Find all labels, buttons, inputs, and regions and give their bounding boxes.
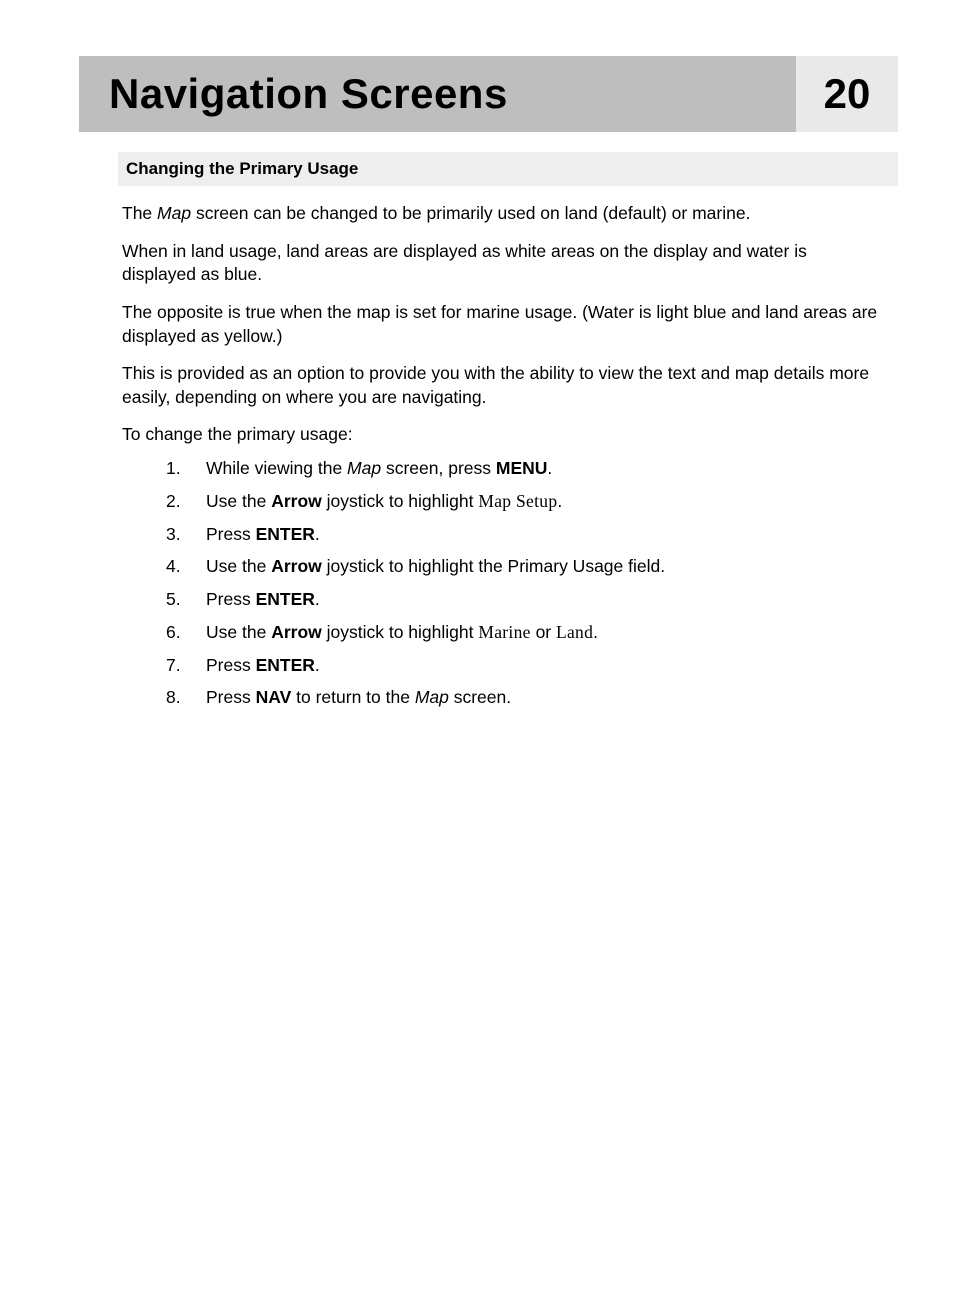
enter-key: ENTER (256, 655, 315, 675)
text: Use the (206, 622, 271, 642)
text: The (122, 203, 157, 223)
text: . (593, 622, 598, 642)
text: screen. (449, 687, 511, 707)
page-wrap: Navigation Screens 20 Changing the Prima… (0, 56, 954, 709)
header-title-bar: Navigation Screens (79, 56, 898, 132)
enter-key: ENTER (256, 589, 315, 609)
marine-label: Marine (478, 622, 530, 642)
list-item: 2. Use the Arrow joystick to highlight M… (166, 490, 880, 513)
text: Press (206, 589, 256, 609)
step-text: Press ENTER. (206, 588, 880, 611)
nav-key: NAV (256, 687, 292, 707)
text: Press (206, 524, 256, 544)
map-italic: Map (415, 687, 449, 707)
text: to return to the (291, 687, 415, 707)
land-label: Land (556, 622, 593, 642)
step-number: 5. (166, 588, 206, 611)
step-text: Press ENTER. (206, 523, 880, 546)
chapter-title: Navigation Screens (79, 70, 508, 118)
section-heading: Changing the Primary Usage (126, 159, 886, 179)
list-item: 4. Use the Arrow joystick to highlight t… (166, 555, 880, 578)
text: . (557, 491, 562, 511)
enter-key: ENTER (256, 524, 315, 544)
list-item: 5. Press ENTER. (166, 588, 880, 611)
list-item: 7. Press ENTER. (166, 654, 880, 677)
map-setup-label: Map Setup (478, 491, 557, 511)
text: While viewing the (206, 458, 347, 478)
step-text: Use the Arrow joystick to highlight Mari… (206, 621, 880, 644)
step-text: Press ENTER. (206, 654, 880, 677)
text: . (315, 589, 320, 609)
map-italic: Map (347, 458, 381, 478)
page-number-box: 20 (796, 56, 898, 132)
step-number: 8. (166, 686, 206, 709)
step-number: 2. (166, 490, 206, 513)
arrow-key: Arrow (271, 491, 322, 511)
text: . (315, 524, 320, 544)
menu-key: MENU (496, 458, 548, 478)
step-number: 6. (166, 621, 206, 644)
text: screen can be changed to be primarily us… (191, 203, 750, 223)
step-number: 1. (166, 457, 206, 480)
text: Press (206, 687, 256, 707)
page-number: 20 (824, 70, 871, 118)
step-number: 4. (166, 555, 206, 578)
text: . (547, 458, 552, 478)
text: screen, press (381, 458, 496, 478)
page-header: Navigation Screens 20 (56, 56, 898, 132)
list-item: 3. Press ENTER. (166, 523, 880, 546)
step-text: While viewing the Map screen, press MENU… (206, 457, 880, 480)
text: joystick to highlight the Primary Usage … (322, 556, 665, 576)
paragraph: The opposite is true when the map is set… (122, 301, 880, 348)
text: Press (206, 655, 256, 675)
paragraph: When in land usage, land areas are displ… (122, 240, 880, 287)
text: or (531, 622, 556, 642)
arrow-key: Arrow (271, 622, 322, 642)
section-heading-bar: Changing the Primary Usage (118, 152, 898, 186)
content-area: Changing the Primary Usage The Map scree… (56, 152, 898, 709)
text: Use the (206, 556, 271, 576)
text: Use the (206, 491, 271, 511)
text: joystick to highlight (322, 622, 479, 642)
steps-list: 1. While viewing the Map screen, press M… (122, 457, 880, 709)
text: joystick to highlight (322, 491, 479, 511)
step-text: Press NAV to return to the Map screen. (206, 686, 880, 709)
step-number: 3. (166, 523, 206, 546)
step-text: Use the Arrow joystick to highlight the … (206, 555, 880, 578)
text: . (315, 655, 320, 675)
list-item: 6. Use the Arrow joystick to highlight M… (166, 621, 880, 644)
step-number: 7. (166, 654, 206, 677)
paragraph: This is provided as an option to provide… (122, 362, 880, 409)
step-text: Use the Arrow joystick to highlight Map … (206, 490, 880, 513)
paragraph: The Map screen can be changed to be prim… (122, 202, 880, 226)
list-item: 8. Press NAV to return to the Map screen… (166, 686, 880, 709)
list-item: 1. While viewing the Map screen, press M… (166, 457, 880, 480)
arrow-key: Arrow (271, 556, 322, 576)
lead-in: To change the primary usage: (122, 423, 880, 447)
map-italic: Map (157, 203, 191, 223)
